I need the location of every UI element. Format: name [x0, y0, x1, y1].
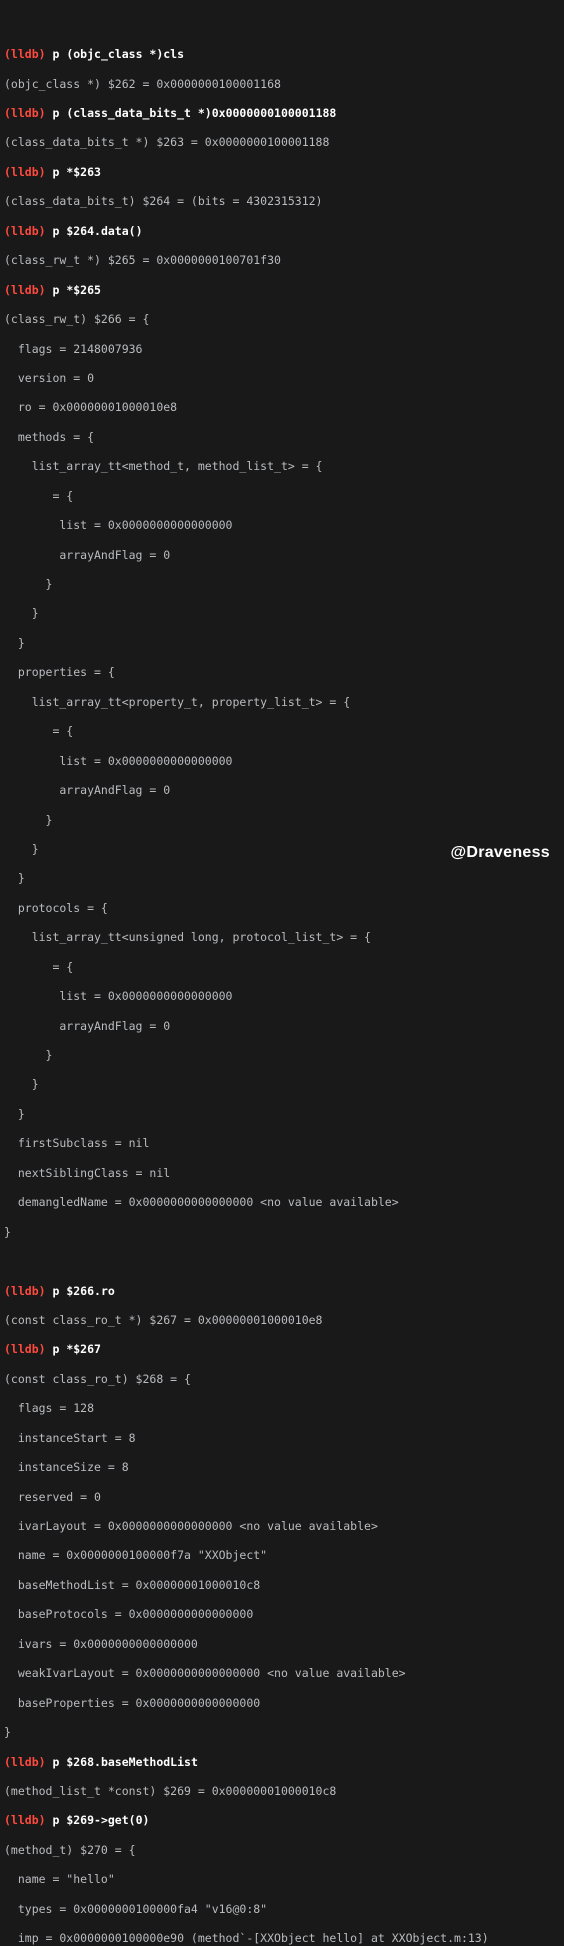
lldb-prompt: (lldb) — [4, 1755, 46, 1769]
output-line: name = "hello" — [4, 1872, 560, 1887]
lldb-command: p $264.data() — [52, 224, 142, 238]
output-line: reserved = 0 — [4, 1490, 560, 1505]
output-line: (method_t) $270 = { — [4, 1843, 560, 1858]
output-line: (objc_class *) $262 = 0x0000000100001168 — [4, 77, 560, 92]
output-line: } — [4, 1107, 560, 1122]
output-line: types = 0x0000000100000fa4 "v16@0:8" — [4, 1902, 560, 1917]
lldb-command: p $269->get(0) — [52, 1813, 149, 1827]
output-line: properties = { — [4, 665, 560, 680]
output-line: (method_list_t *const) $269 = 0x00000001… — [4, 1784, 560, 1799]
output-line: arrayAndFlag = 0 — [4, 548, 560, 563]
output-line: name = 0x0000000100000f7a "XXObject" — [4, 1548, 560, 1563]
output-line: } — [4, 1048, 560, 1063]
output-line: instanceStart = 8 — [4, 1431, 560, 1446]
cmd-line-4[interactable]: (lldb) p $264.data() — [4, 224, 560, 239]
terminal-output: (lldb) p (objc_class *)cls (objc_class *… — [0, 29, 564, 1946]
cmd-line-5[interactable]: (lldb) p *$265 — [4, 283, 560, 298]
output-line: } — [4, 1077, 560, 1092]
lldb-command: p (class_data_bits_t *)0x000000010000118… — [52, 106, 336, 120]
cmd-line-2[interactable]: (lldb) p (class_data_bits_t *)0x00000001… — [4, 106, 560, 121]
cmd-line-7[interactable]: (lldb) p *$267 — [4, 1342, 560, 1357]
lldb-command: p $266.ro — [52, 1284, 114, 1298]
output-line: imp = 0x0000000100000e90 (method`-[XXObj… — [4, 1931, 560, 1946]
output-line: (class_rw_t *) $265 = 0x0000000100701f30 — [4, 253, 560, 268]
output-line: } — [4, 1725, 560, 1740]
output-line: flags = 128 — [4, 1401, 560, 1416]
lldb-prompt: (lldb) — [4, 1284, 46, 1298]
output-line: flags = 2148007936 — [4, 342, 560, 357]
output-line: arrayAndFlag = 0 — [4, 783, 560, 798]
lldb-prompt: (lldb) — [4, 47, 46, 61]
output-line: } — [4, 577, 560, 592]
output-line: } — [4, 1225, 560, 1240]
lldb-command: p (objc_class *)cls — [52, 47, 184, 61]
output-line: arrayAndFlag = 0 — [4, 1019, 560, 1034]
output-line: demangledName = 0x0000000000000000 <no v… — [4, 1195, 560, 1210]
output-line: = { — [4, 960, 560, 975]
output-line: ivarLayout = 0x0000000000000000 <no valu… — [4, 1519, 560, 1534]
output-line: (class_data_bits_t) $264 = (bits = 43023… — [4, 194, 560, 209]
output-line: (class_rw_t) $266 = { — [4, 312, 560, 327]
output-line: } — [4, 813, 560, 828]
output-line: baseProperties = 0x0000000000000000 — [4, 1696, 560, 1711]
lldb-command: p *$263 — [52, 165, 100, 179]
lldb-prompt: (lldb) — [4, 1342, 46, 1356]
cmd-line-1[interactable]: (lldb) p (objc_class *)cls — [4, 47, 560, 62]
output-line: version = 0 — [4, 371, 560, 386]
lldb-command: p $268.baseMethodList — [52, 1755, 197, 1769]
output-line: firstSubclass = nil — [4, 1136, 560, 1151]
output-line: ivars = 0x0000000000000000 — [4, 1637, 560, 1652]
lldb-prompt: (lldb) — [4, 106, 46, 120]
output-line: = { — [4, 489, 560, 504]
output-line: weakIvarLayout = 0x0000000000000000 <no … — [4, 1666, 560, 1681]
output-line: list = 0x0000000000000000 — [4, 518, 560, 533]
output-line: nextSiblingClass = nil — [4, 1166, 560, 1181]
output-line: } — [4, 636, 560, 651]
output-line: list = 0x0000000000000000 — [4, 989, 560, 1004]
output-line: } — [4, 606, 560, 621]
output-line: list_array_tt<method_t, method_list_t> =… — [4, 459, 560, 474]
output-line: protocols = { — [4, 901, 560, 916]
output-line: } — [4, 871, 560, 886]
output-line: (const class_ro_t) $268 = { — [4, 1372, 560, 1387]
output-line: = { — [4, 724, 560, 739]
lldb-command: p *$265 — [52, 283, 100, 297]
output-line: instanceSize = 8 — [4, 1460, 560, 1475]
output-line: baseProtocols = 0x0000000000000000 — [4, 1607, 560, 1622]
lldb-prompt: (lldb) — [4, 283, 46, 297]
output-line: (class_data_bits_t *) $263 = 0x000000010… — [4, 135, 560, 150]
lldb-prompt: (lldb) — [4, 224, 46, 238]
cmd-line-6[interactable]: (lldb) p $266.ro — [4, 1284, 560, 1299]
output-line: list_array_tt<property_t, property_list_… — [4, 695, 560, 710]
cmd-line-8[interactable]: (lldb) p $268.baseMethodList — [4, 1755, 560, 1770]
output-line: methods = { — [4, 430, 560, 445]
output-line: (const class_ro_t *) $267 = 0x0000000100… — [4, 1313, 560, 1328]
output-line: } — [4, 842, 560, 857]
cmd-line-9[interactable]: (lldb) p $269->get(0) — [4, 1813, 560, 1828]
lldb-prompt: (lldb) — [4, 1813, 46, 1827]
output-line: list_array_tt<unsigned long, protocol_li… — [4, 930, 560, 945]
lldb-command: p *$267 — [52, 1342, 100, 1356]
lldb-prompt: (lldb) — [4, 165, 46, 179]
cmd-line-3[interactable]: (lldb) p *$263 — [4, 165, 560, 180]
output-line: ro = 0x00000001000010e8 — [4, 400, 560, 415]
output-line: list = 0x0000000000000000 — [4, 754, 560, 769]
output-line: baseMethodList = 0x00000001000010c8 — [4, 1578, 560, 1593]
